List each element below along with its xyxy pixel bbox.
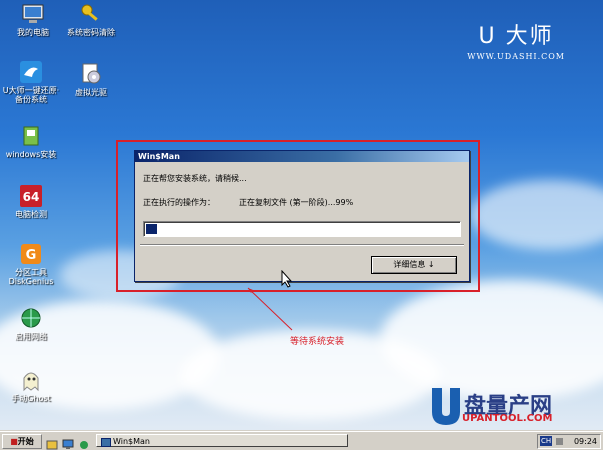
annotation-arrow: [247, 287, 293, 331]
task-app-icon: [101, 438, 111, 447]
taskbar: ■开始 Win$Man CH 09:24: [0, 431, 603, 450]
windows-flag-icon: ■: [10, 437, 18, 446]
desktop: 我的电脑 系统密码清除 U大师一键还原·备份系统 虚拟光驱 windows安装 …: [0, 0, 603, 449]
taskbar-item-winsman[interactable]: Win$Man: [96, 434, 348, 447]
system-tray: CH 09:24: [537, 434, 601, 449]
watermark-url: UPANTOOL.COM: [462, 413, 553, 424]
language-indicator[interactable]: CH: [540, 436, 553, 446]
quicklaunch-network-icon[interactable]: [78, 435, 90, 449]
watermark: 盘量产网 UPANTOOL.COM: [428, 386, 552, 430]
start-label: 开始: [17, 437, 34, 446]
task-label: Win$Man: [113, 437, 150, 446]
clock: 09:24: [573, 437, 597, 446]
annotation-text: 等待系统安装: [290, 337, 345, 347]
quicklaunch-desktop-icon[interactable]: [62, 435, 74, 449]
quicklaunch-explorer-icon[interactable]: [46, 435, 58, 450]
u-logo-icon: [432, 388, 460, 425]
tray-app-icon[interactable]: [556, 438, 563, 445]
start-button[interactable]: ■开始: [2, 434, 42, 449]
